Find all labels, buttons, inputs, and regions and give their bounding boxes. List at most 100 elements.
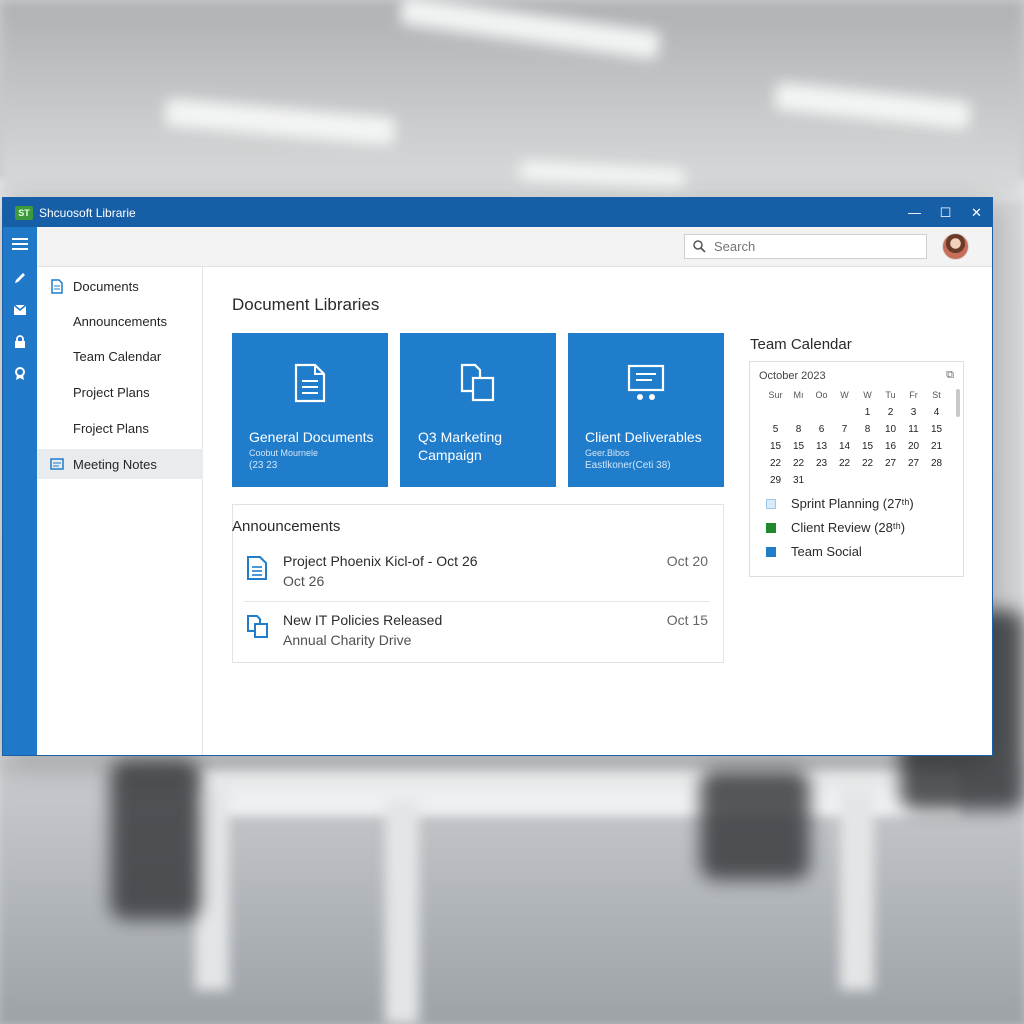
table-leg <box>195 790 229 990</box>
calendar-day[interactable]: 16 <box>879 438 902 455</box>
sidebar: Documents Announcements Team Calendar Pr… <box>37 267 203 755</box>
header-bar <box>37 227 992 267</box>
calendar-day[interactable]: 27 <box>902 455 925 472</box>
event-swatch <box>766 498 776 509</box>
tile-subtitle: Coobut Mournele <box>249 448 319 458</box>
calendar-event[interactable]: Sprint Planning (27ᵗʰ) <box>766 496 914 511</box>
day-of-week-header: Fr <box>909 390 918 400</box>
search-input[interactable] <box>714 239 914 254</box>
sidebar-item-label: Meeting Notes <box>73 456 157 472</box>
title-bar: ST Shcuosoft Librarie — ☐ ✕ <box>3 198 992 227</box>
window-controls: — ☐ ✕ <box>899 198 992 227</box>
calendar-day[interactable]: 13 <box>810 438 833 455</box>
expand-icon[interactable]: ⧉ <box>946 369 954 382</box>
lock-icon <box>15 335 25 348</box>
calendar-day[interactable]: 22 <box>787 455 810 472</box>
calendar-empty-cell <box>856 472 879 489</box>
tile-title: Q3 Marketing Campaign <box>418 428 502 464</box>
library-tile-q3-marketing[interactable]: Q3 Marketing Campaign <box>400 333 556 487</box>
calendar-day[interactable]: 6 <box>810 421 833 438</box>
sidebar-item-label: Team Calendar <box>73 348 162 364</box>
tile-meta: Eastlkoner(Ceti 38) <box>585 460 671 471</box>
calendar-month: October 2023 <box>759 370 826 382</box>
menu-button[interactable] <box>3 227 37 261</box>
calendar-day[interactable]: 15 <box>764 438 787 455</box>
calendar-event[interactable]: Client Review (28ᵗʰ) <box>766 520 905 535</box>
sidebar-item-label: Documents <box>73 278 139 294</box>
calendar-day[interactable]: 31 <box>787 472 810 489</box>
calendar-day[interactable]: 11 <box>902 421 925 438</box>
sidebar-item-label: Froject Plans <box>73 420 149 436</box>
day-of-week-header: W <box>863 390 872 400</box>
sidebar-item-meeting-notes[interactable]: Meeting Notes <box>37 449 203 479</box>
copy-icon <box>400 363 556 403</box>
sidebar-item-documents[interactable]: Documents <box>37 271 203 301</box>
sidebar-item-announcements[interactable]: Announcements <box>37 306 203 336</box>
calendar-day[interactable]: 22 <box>856 455 879 472</box>
calendar-empty-cell <box>833 472 856 489</box>
lock-button[interactable] <box>3 325 37 359</box>
calendar-day[interactable]: 5 <box>764 421 787 438</box>
calendar-empty-cell <box>810 472 833 489</box>
settings-button[interactable] <box>3 357 37 391</box>
hamburger-icon <box>12 238 28 250</box>
tile-title: General Documents <box>249 429 374 445</box>
calendar-day[interactable]: 15 <box>856 438 879 455</box>
announcement-item[interactable]: Project Phoenix Kicl-of - Oct 26 Oct 26 … <box>244 543 710 601</box>
maximize-button[interactable]: ☐ <box>930 198 961 227</box>
sidebar-item-team-calendar[interactable]: Team Calendar <box>37 341 203 371</box>
calendar-day[interactable]: 8 <box>856 421 879 438</box>
announcement-item[interactable]: New IT Policies Released Annual Charity … <box>244 602 710 660</box>
event-swatch <box>766 546 776 557</box>
announcement-title: Project Phoenix Kicl-of - Oct 26 <box>283 553 478 569</box>
user-avatar[interactable] <box>942 233 969 260</box>
app-title: Shcuosoft Librarie <box>39 205 136 220</box>
calendar-day[interactable]: 22 <box>833 455 856 472</box>
calendar-day[interactable]: 15 <box>925 421 948 438</box>
calendar-day[interactable]: 8 <box>787 421 810 438</box>
calendar-day[interactable]: 3 <box>902 404 925 421</box>
document-icon <box>246 555 268 586</box>
scrollbar[interactable] <box>956 389 960 417</box>
app-window: ST Shcuosoft Librarie — ☐ ✕ Search Docum… <box>2 197 993 756</box>
calendar-day[interactable]: 22 <box>764 455 787 472</box>
announcement-date: Oct 15 <box>666 612 708 628</box>
minimize-button[interactable]: — <box>899 198 930 227</box>
event-label: Sprint Planning (27ᵗʰ) <box>791 496 914 511</box>
sidebar-item-project-plans-2[interactable]: Froject Plans <box>37 413 203 443</box>
calendar-day[interactable]: 2 <box>879 404 902 421</box>
calendar-day[interactable]: 14 <box>833 438 856 455</box>
day-of-week-header: Mı <box>793 390 804 400</box>
calendar-day[interactable]: 10 <box>879 421 902 438</box>
mail-button[interactable] <box>3 293 37 327</box>
calendar-day[interactable]: 29 <box>764 472 787 489</box>
calendar-day[interactable]: 23 <box>810 455 833 472</box>
tile-title-line: Campaign <box>418 447 482 463</box>
calendar-day[interactable]: 7 <box>833 421 856 438</box>
close-button[interactable]: ✕ <box>961 198 992 227</box>
announcement-title: New IT Policies Released <box>283 612 443 628</box>
calendar-empty-cell <box>787 404 810 421</box>
day-of-week-header: Tu <box>885 390 896 400</box>
calendar-day[interactable]: 20 <box>902 438 925 455</box>
day-of-week-header: W <box>840 390 849 400</box>
calendar-day[interactable]: 28 <box>925 455 948 472</box>
calendar-day[interactable]: 15 <box>787 438 810 455</box>
calendar-day[interactable]: 27 <box>879 455 902 472</box>
calendar-empty-cell <box>764 404 787 421</box>
library-tile-client-deliverables[interactable]: Client Deliverables Geer.Bibos Eastlkone… <box>568 333 724 487</box>
edit-button[interactable] <box>3 261 37 295</box>
calendar-event[interactable]: Team Social <box>766 544 862 559</box>
event-label: Team Social <box>791 544 862 559</box>
calendar-day[interactable]: 1 <box>856 404 879 421</box>
calendar-day[interactable]: 21 <box>925 438 948 455</box>
sidebar-item-project-plans[interactable]: Project Plans <box>37 377 203 407</box>
calendar-day[interactable]: 4 <box>925 404 948 421</box>
app-logo: ST <box>15 205 33 220</box>
calendar-title: Team Calendar <box>750 336 852 353</box>
event-swatch <box>766 522 776 533</box>
search-box[interactable] <box>684 234 927 259</box>
library-tile-general-documents[interactable]: General Documents Coobut Mournele (23 23 <box>232 333 388 487</box>
sidebar-item-label: Announcements <box>73 313 167 329</box>
badge-icon <box>15 367 25 380</box>
